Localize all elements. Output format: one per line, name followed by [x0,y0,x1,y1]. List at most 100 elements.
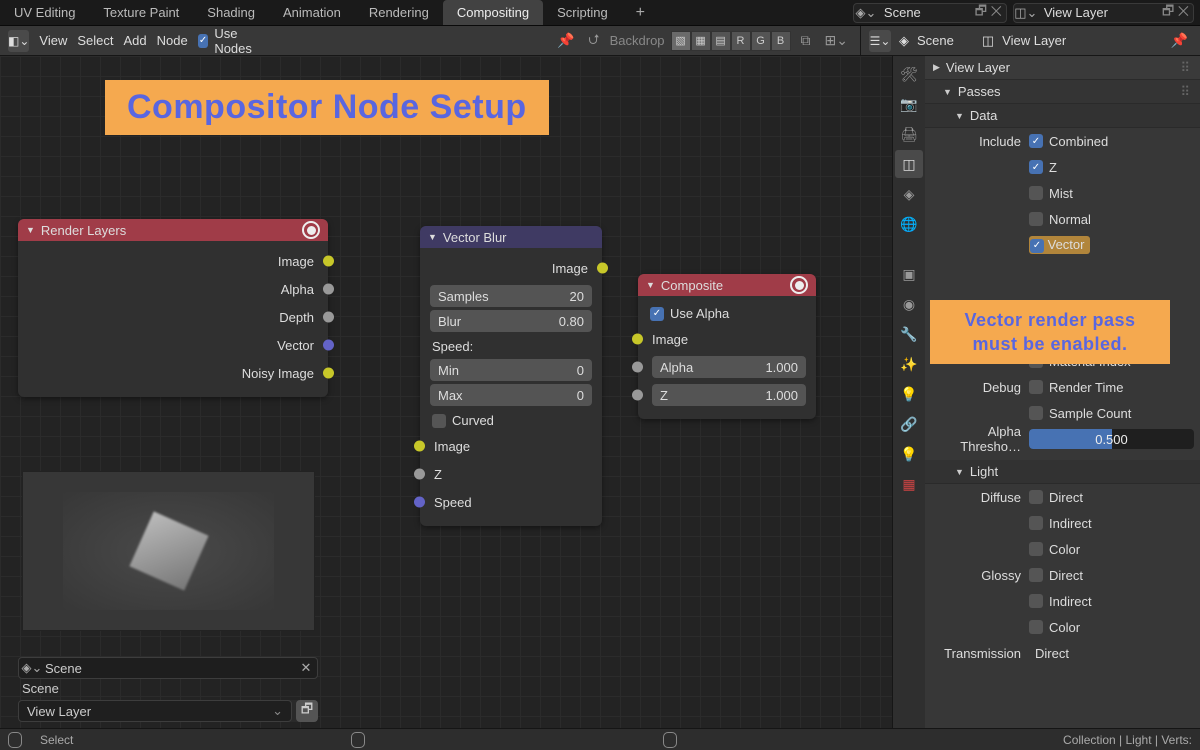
z-checkbox[interactable]: ✓ [1029,160,1043,174]
node-render-layers[interactable]: ▼ Render Layers Image Alpha Depth Vector… [18,219,328,397]
snap-icon[interactable]: ⊞⌄ [821,32,852,49]
data-panel-header[interactable]: ▼Data [925,104,1200,128]
mist-checkbox[interactable] [1029,186,1043,200]
input-z[interactable]: Z [420,460,602,488]
viewlayer-field[interactable]: View Layer ⌄ [18,700,292,722]
pin-icon[interactable]: 📌 [553,32,578,49]
alpha-threshold-slider[interactable]: 0.500 [1029,429,1194,449]
socket-icon[interactable] [323,368,334,379]
socket-icon[interactable] [632,390,643,401]
input-speed[interactable]: Speed [420,488,602,516]
socket-icon[interactable] [632,334,643,345]
socket-icon[interactable] [323,256,334,267]
tab-render-icon[interactable]: 📷 [895,90,923,118]
tab-object-icon[interactable]: ◉ [895,290,923,318]
tab-data-icon[interactable]: 💡 [895,440,923,468]
tab-tool-icon[interactable]: 🛠 [895,60,923,88]
diffuse-indirect-checkbox[interactable] [1029,516,1043,530]
menu-select[interactable]: Select [77,33,113,48]
channel-alpha-icon[interactable]: ▤ [711,31,731,51]
scene-actions[interactable]: 🗗 ✕ [971,2,1006,24]
samples-field[interactable]: Samples20 [430,285,592,307]
glossy-indirect-checkbox[interactable] [1029,594,1043,608]
socket-icon[interactable] [414,441,425,452]
alpha-field[interactable]: Alpha1.000 [652,356,806,378]
menu-view[interactable]: View [39,33,67,48]
socket-icon[interactable] [632,362,643,373]
collapse-icon[interactable]: ▼ [26,225,35,235]
channel-combined-icon[interactable]: ▧ [671,31,691,51]
channel-color-icon[interactable]: ▦ [691,31,711,51]
parent-icon[interactable]: ⮍ [584,29,603,53]
socket-icon[interactable] [323,312,334,323]
tab-texture-icon[interactable]: ▦ [895,470,923,498]
stereo-icon[interactable]: ⧉ [797,32,815,49]
output-vector[interactable]: Vector [18,331,328,359]
tab-world-icon[interactable]: 🌐 [895,210,923,238]
tab-collection-icon[interactable]: ▣ [895,260,923,288]
output-noisy-image[interactable]: Noisy Image [18,359,328,387]
glossy-color-checkbox[interactable] [1029,620,1043,634]
pin-icon2[interactable]: 📌 [1167,32,1192,49]
diffuse-direct-checkbox[interactable] [1029,490,1043,504]
tab-animation[interactable]: Animation [269,0,355,25]
viewlayer-actions[interactable]: 🗗 ✕ [1158,2,1193,24]
socket-icon[interactable] [414,469,425,480]
tab-particle-icon[interactable]: ✨ [895,350,923,378]
editor-type-icon[interactable]: ◧⌄ [8,30,29,52]
glossy-direct-checkbox[interactable] [1029,568,1043,582]
light-panel-header[interactable]: ▼Light [925,460,1200,484]
render-time-checkbox[interactable] [1029,380,1043,394]
socket-icon[interactable] [323,284,334,295]
tab-constraint-icon[interactable]: 🔗 [895,410,923,438]
preview-icon[interactable] [790,276,808,294]
socket-icon[interactable] [414,497,425,508]
viewlayer-panel-header[interactable]: ▶View Layer⠿ [925,56,1200,80]
diffuse-color-checkbox[interactable] [1029,542,1043,556]
max-field[interactable]: Max0 [430,384,592,406]
output-image[interactable]: Image [18,247,328,275]
channel-b[interactable]: B [771,31,791,51]
viewlayer-selector[interactable]: ◫⌄ View Layer 🗗 ✕ [1013,3,1194,23]
tab-add[interactable]: + [628,1,653,25]
node-canvas[interactable]: ▼ Render Layers Image Alpha Depth Vector… [0,56,892,728]
input-image[interactable]: Image [638,325,816,353]
node-composite[interactable]: ▼ Composite ✓Use Alpha Image Alpha1.000 … [638,274,816,419]
socket-icon[interactable] [597,263,608,274]
menu-add[interactable]: Add [124,33,147,48]
use-nodes-checkbox[interactable]: ✓ Use Nodes [198,26,263,56]
z-field[interactable]: Z1.000 [652,384,806,406]
node-header[interactable]: ▼ Render Layers [18,219,328,241]
output-alpha[interactable]: Alpha [18,275,328,303]
output-depth[interactable]: Depth [18,303,328,331]
node-vector-blur[interactable]: ▼ Vector Blur Image Samples20 Blur0.80 S… [420,226,602,526]
node-header[interactable]: ▼ Vector Blur [420,226,602,248]
tab-modifier-icon[interactable]: 🔧 [895,320,923,348]
tab-viewlayer-icon[interactable]: ◫ [895,150,923,178]
editor-type2-icon[interactable]: ☰⌄ [869,30,891,52]
menu-node[interactable]: Node [157,33,188,48]
duplicate-icon[interactable]: 🗗 [296,700,318,722]
clear-icon[interactable]: ✕ [295,660,317,676]
tab-rendering[interactable]: Rendering [355,0,443,25]
backdrop-toggle[interactable]: Backdrop [610,33,665,48]
collapse-icon[interactable]: ▼ [428,232,437,242]
collapse-icon[interactable]: ▼ [646,280,655,290]
normal-checkbox[interactable] [1029,212,1043,226]
combined-checkbox[interactable]: ✓ [1029,134,1043,148]
tab-shading[interactable]: Shading [193,0,269,25]
preview-icon[interactable] [302,221,320,239]
vector-checkbox[interactable]: ✓ [1030,239,1044,253]
channel-r[interactable]: R [731,31,751,51]
input-image[interactable]: Image [420,432,602,460]
passes-panel-header[interactable]: ▼Passes⠿ [925,80,1200,104]
use-alpha-checkbox[interactable]: ✓Use Alpha [638,302,816,325]
tab-compositing[interactable]: Compositing [443,0,543,25]
min-field[interactable]: Min0 [430,359,592,381]
tab-scene-icon[interactable]: ◈ [895,180,923,208]
channel-g[interactable]: G [751,31,771,51]
curved-checkbox[interactable]: Curved [420,409,602,432]
node-header[interactable]: ▼ Composite [638,274,816,296]
output-image[interactable]: Image [420,254,602,282]
scene-selector[interactable]: ◈⌄ Scene 🗗 ✕ [853,3,1007,23]
